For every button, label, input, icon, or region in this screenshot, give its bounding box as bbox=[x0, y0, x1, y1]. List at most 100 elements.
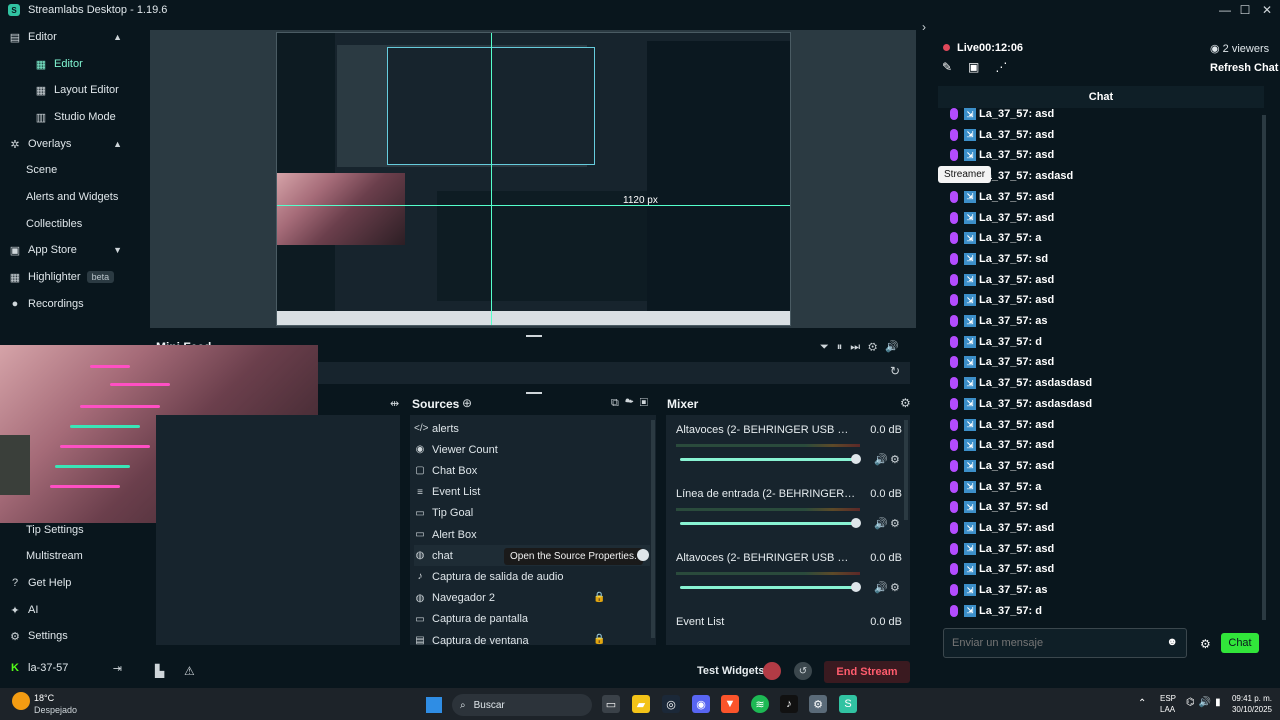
chevron-up-icon[interactable]: ⌃ bbox=[1138, 698, 1146, 709]
sidebar-item-ai[interactable]: ✦ AI bbox=[0, 597, 136, 623]
minimize-button[interactable]: — bbox=[1214, 0, 1236, 20]
chat-message[interactable]: ⇲ La_37_57: d bbox=[950, 332, 1042, 352]
chat-message[interactable]: ⇲ La_37_57: asd bbox=[950, 518, 1054, 538]
source-item[interactable]: ◍ Navegador 2 bbox=[414, 588, 650, 609]
chat-message[interactable]: ⇲ La_37_57: asdasdasd bbox=[950, 373, 1092, 393]
collapse-icon[interactable]: ⇹ bbox=[390, 397, 399, 410]
weather-desc[interactable]: Despejado bbox=[34, 705, 77, 715]
source-item[interactable]: ▭ Tip Goal bbox=[414, 503, 650, 524]
volume-slider[interactable] bbox=[680, 458, 856, 461]
source-properties-gear-icon[interactable] bbox=[637, 549, 649, 561]
sidebar-item-settings[interactable]: ⚙ Settings bbox=[0, 623, 136, 649]
stream-preview[interactable]: 1120 px bbox=[276, 32, 791, 326]
chat-message[interactable]: ⇲ La_37_57: d bbox=[950, 601, 1042, 621]
sidebar-item-multistream[interactable]: Multistream bbox=[0, 543, 136, 569]
chat-message[interactable]: ⇲ La_37_57: asd bbox=[950, 415, 1054, 435]
sidebar-item-recordings[interactable]: ● Recordings bbox=[0, 291, 136, 317]
streamlabs-taskbar-icon[interactable]: S bbox=[839, 695, 857, 713]
brave-icon[interactable]: ▼ bbox=[721, 695, 739, 713]
sidebar-item-scene[interactable]: Scene bbox=[0, 157, 136, 183]
refresh-chat-button[interactable]: Refresh Chat bbox=[1210, 62, 1278, 74]
chat-message[interactable]: ⇲ La_37_57: as bbox=[950, 580, 1048, 600]
end-stream-button[interactable]: End Stream bbox=[824, 661, 910, 683]
chat-message[interactable]: ⇲ La_37_57: sd bbox=[950, 497, 1048, 517]
volume-slider-knob[interactable] bbox=[851, 582, 861, 592]
sidebar-item-highlighter[interactable]: ▦ Highlighter beta bbox=[0, 264, 136, 290]
chat-message[interactable]: ⇲ La_37_57: as bbox=[950, 311, 1048, 331]
preview-controls[interactable]: ⏷⏸⏭⚙🔊 bbox=[820, 340, 907, 354]
chat-message[interactable]: ⇲ La_37_57: asd bbox=[950, 270, 1054, 290]
settings-app-icon[interactable]: ⚙ bbox=[809, 695, 827, 713]
sidebar-item-get-help[interactable]: ? Get Help bbox=[0, 570, 136, 596]
source-item[interactable]: ▭ Captura de pantalla bbox=[414, 609, 650, 630]
collapse-chat-icon[interactable]: › bbox=[922, 20, 926, 34]
chat-message[interactable]: ⇲ La_37_57: asd bbox=[950, 456, 1054, 476]
windows-start-icon[interactable] bbox=[426, 697, 442, 713]
add-source-icon[interactable]: ⊕ bbox=[462, 396, 472, 410]
chat-message[interactable]: ⇲ La_37_57: asd bbox=[950, 208, 1054, 228]
chat-message[interactable]: ⇲ La_37_57: asd bbox=[950, 104, 1054, 124]
chat-settings-gear-icon[interactable]: ⚙ bbox=[1200, 637, 1211, 651]
volume-slider-knob[interactable] bbox=[851, 454, 861, 464]
discord-icon[interactable]: ◉ bbox=[692, 695, 710, 713]
chat-message[interactable]: ⇲ La_37_57: a bbox=[950, 477, 1041, 497]
channel-settings-gear-icon[interactable]: ⚙ bbox=[890, 581, 900, 594]
channel-settings-gear-icon[interactable]: ⚙ bbox=[890, 517, 900, 530]
lock-icon[interactable]: 🔒 bbox=[593, 592, 605, 603]
chat-input-box[interactable]: ☻ bbox=[943, 628, 1187, 658]
replay-buffer-button[interactable]: ↺ bbox=[794, 662, 812, 680]
chat-message[interactable]: ⇲ La_37_57: asd bbox=[950, 187, 1054, 207]
lock-icon[interactable]: 🔒 bbox=[593, 634, 605, 645]
sidebar-section-overlays[interactable]: ✲ Overlays ▲ bbox=[0, 131, 136, 157]
source-item[interactable]: ▢ Chat Box bbox=[414, 460, 650, 481]
logout-icon[interactable]: ⇥ bbox=[113, 662, 122, 675]
file-explorer-icon[interactable]: ▰ bbox=[632, 695, 650, 713]
channel-settings-gear-icon[interactable]: ⚙ bbox=[890, 453, 900, 466]
mute-icon[interactable]: 🔊 bbox=[874, 453, 888, 466]
mute-icon[interactable]: 🔊 bbox=[874, 517, 888, 530]
account-item[interactable]: K la-37-57 ⇥ bbox=[0, 655, 136, 681]
chat-message[interactable]: ⇲ La_37_57: asd bbox=[950, 125, 1054, 145]
source-item[interactable]: ◉ Viewer Count bbox=[414, 439, 650, 460]
sidebar-item-alerts-widgets[interactable]: Alerts and Widgets bbox=[0, 184, 136, 210]
volume-slider-knob[interactable] bbox=[851, 518, 861, 528]
clock-date[interactable]: 30/10/2025 bbox=[1222, 705, 1272, 714]
record-button[interactable] bbox=[763, 662, 781, 680]
sidebar-item-studio-mode[interactable]: ▥ Studio Mode bbox=[0, 104, 136, 130]
sidebar-item-editor[interactable]: ▦ Editor bbox=[0, 51, 136, 77]
chat-message[interactable]: ⇲ La_37_57: asdasdasd bbox=[950, 394, 1092, 414]
language-code[interactable]: ESP bbox=[1160, 694, 1176, 703]
task-view-icon[interactable]: ▭ bbox=[602, 695, 620, 713]
chat-message[interactable]: ⇲ La_37_57: asd bbox=[950, 290, 1054, 310]
chat-message[interactable]: ⇲ La_37_57: asd bbox=[950, 539, 1054, 559]
tiktok-icon[interactable]: ♪ bbox=[780, 695, 798, 713]
alert-icon[interactable]: ⚠ bbox=[184, 664, 195, 678]
chat-send-button[interactable]: Chat bbox=[1221, 633, 1259, 653]
volume-slider[interactable] bbox=[680, 522, 856, 525]
sidebar-item-collectibles[interactable]: Collectibles bbox=[0, 211, 136, 237]
chat-message-input[interactable] bbox=[952, 635, 1152, 651]
source-item[interactable]: </> alerts bbox=[414, 418, 650, 439]
test-widgets-label[interactable]: Test Widgets bbox=[697, 665, 765, 677]
chat-message[interactable]: ⇲ La_37_57: asd bbox=[950, 352, 1054, 372]
clock-time[interactable]: 09:41 p. m. bbox=[1222, 694, 1272, 703]
sidebar-item-app-store[interactable]: ▣ App Store ▼ bbox=[0, 237, 136, 263]
spotify-icon[interactable]: ≋ bbox=[751, 695, 769, 713]
chat-scrollbar[interactable] bbox=[1262, 115, 1266, 620]
close-button[interactable]: ✕ bbox=[1256, 0, 1278, 20]
chat-message[interactable]: ⇲ La_37_57: asd bbox=[950, 435, 1054, 455]
chat-message[interactable]: ⇲ La_37_57: a bbox=[950, 228, 1041, 248]
resize-handle[interactable] bbox=[526, 335, 542, 337]
sidebar-section-editor[interactable]: ▤ Editor ▲ bbox=[0, 24, 136, 50]
resize-handle[interactable] bbox=[526, 392, 542, 394]
mixer-settings-gear-icon[interactable]: ⚙ bbox=[900, 396, 911, 410]
chat-message[interactable]: ⇲ La_37_57: asd bbox=[950, 145, 1054, 165]
stats-icon[interactable]: ▙ bbox=[155, 664, 164, 678]
weather-temp[interactable]: 18°C bbox=[34, 693, 54, 703]
mixer-scrollbar[interactable] bbox=[904, 420, 908, 520]
maximize-button[interactable]: ☐ bbox=[1234, 0, 1256, 20]
sources-scrollbar[interactable] bbox=[651, 420, 655, 638]
volume-slider[interactable] bbox=[680, 586, 856, 589]
taskbar-search[interactable]: ⌕ Buscar bbox=[452, 694, 592, 716]
region-code[interactable]: LAA bbox=[1160, 705, 1175, 714]
